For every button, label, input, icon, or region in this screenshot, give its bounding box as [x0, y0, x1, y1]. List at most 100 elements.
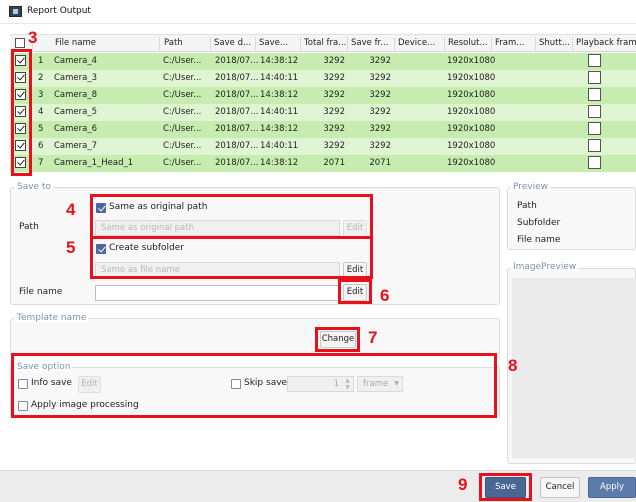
template-group [10, 318, 500, 356]
path-cell: C:/User... [163, 141, 202, 151]
template-title: Template name [15, 313, 89, 323]
row-number: 6 [38, 141, 44, 151]
table-row[interactable]: 1 Camera_4 C:/User... 2018/07... 14:38:1… [10, 53, 636, 70]
header-save-frames[interactable]: Save fr... [351, 38, 395, 48]
total-frames-cell: 3292 [323, 73, 345, 83]
save-time-cell: 14:38:12 [260, 90, 299, 100]
header-shutter[interactable]: Shutt... [539, 38, 573, 48]
row-number: 2 [38, 73, 44, 83]
save-time-cell: 14:40:11 [260, 73, 299, 83]
app-icon [9, 6, 22, 17]
resolution-cell: 1920x1080 [447, 158, 496, 168]
table-row[interactable]: 7 Camera_1_Head_1 C:/User... 2018/07... … [10, 155, 636, 172]
path-cell: C:/User... [163, 124, 202, 134]
save-frames-cell: 2071 [369, 158, 391, 168]
total-frames-cell: 3292 [323, 107, 345, 117]
table-row[interactable]: 5 Camera_6 C:/User... 2018/07... 14:38:1… [10, 121, 636, 138]
header-save-date[interactable]: Save d... [214, 38, 254, 48]
header-total-frames[interactable]: Total fra... [304, 38, 348, 48]
playback-checkbox[interactable] [588, 105, 601, 118]
save-date-cell: 2018/07... [215, 158, 259, 168]
save-time-cell: 14:38:12 [260, 56, 299, 66]
annotation-7: 7 [368, 328, 378, 347]
save-time-cell: 14:38:12 [260, 124, 299, 134]
file-name-cell: Camera_5 [54, 107, 98, 117]
resolution-cell: 1920x1080 [447, 107, 496, 117]
path-cell: C:/User... [163, 73, 202, 83]
resolution-cell: 1920x1080 [447, 141, 496, 151]
header-device[interactable]: Device... [398, 38, 438, 48]
file-name-cell: Camera_7 [54, 141, 98, 151]
highlight-row-checkboxes [11, 49, 32, 176]
file-name-cell: Camera_4 [54, 56, 98, 66]
image-preview-area [512, 278, 636, 458]
path-cell: C:/User... [163, 158, 202, 168]
annotation-9: 9 [458, 475, 468, 494]
file-name-label: File name [19, 287, 63, 297]
save-frames-cell: 3292 [369, 73, 391, 83]
table-row[interactable]: 2 Camera_3 C:/User... 2018/07... 14:40:1… [10, 70, 636, 87]
row-number: 4 [38, 107, 44, 117]
annotation-4: 4 [66, 200, 76, 219]
header-save-time[interactable]: Save... [259, 38, 299, 48]
row-number: 3 [38, 90, 44, 100]
header-resolution[interactable]: Resolut... [448, 38, 488, 48]
highlight-change-button [315, 327, 360, 352]
cancel-button[interactable]: Cancel [540, 477, 580, 498]
header-frame-rate[interactable]: Fram... [495, 38, 533, 48]
preview-subfolder: Subfolder [517, 218, 561, 228]
save-frames-cell: 3292 [369, 107, 391, 117]
highlight-save-option [11, 353, 497, 418]
table-row[interactable]: 4 Camera_5 C:/User... 2018/07... 14:40:1… [10, 104, 636, 121]
total-frames-cell: 3292 [323, 141, 345, 151]
path-cell: C:/User... [163, 90, 202, 100]
header-playback-frame[interactable]: Playback fram [576, 38, 636, 48]
total-frames-cell: 3292 [323, 90, 345, 100]
annotation-3: 3 [28, 28, 38, 47]
header-file-name[interactable]: File name [55, 38, 155, 48]
row-number: 5 [38, 124, 44, 134]
playback-checkbox[interactable] [588, 71, 601, 84]
playback-checkbox[interactable] [588, 156, 601, 169]
total-frames-cell: 2071 [323, 158, 345, 168]
save-date-cell: 2018/07... [215, 73, 259, 83]
path-cell: C:/User... [163, 56, 202, 66]
playback-checkbox[interactable] [588, 139, 601, 152]
save-date-cell: 2018/07... [215, 107, 259, 117]
total-frames-cell: 3292 [323, 56, 345, 66]
file-name-input[interactable] [95, 285, 340, 301]
highlight-file-name-edit [338, 279, 372, 304]
window-titlebar [0, 0, 636, 24]
table-row[interactable]: 6 Camera_7 C:/User... 2018/07... 14:40:1… [10, 138, 636, 155]
total-frames-cell: 3292 [323, 124, 345, 134]
highlight-save-button [479, 473, 532, 501]
file-name-cell: Camera_3 [54, 73, 98, 83]
apply-button[interactable]: Apply [588, 477, 636, 498]
path-cell: C:/User... [163, 107, 202, 117]
row-number: 7 [38, 158, 44, 168]
preview-file-name: File name [517, 235, 561, 245]
playback-checkbox[interactable] [588, 122, 601, 135]
save-date-cell: 2018/07... [215, 141, 259, 151]
annotation-8: 8 [508, 356, 518, 375]
save-time-cell: 14:40:11 [260, 107, 299, 117]
save-frames-cell: 3292 [369, 56, 391, 66]
save-date-cell: 2018/07... [215, 90, 259, 100]
playback-checkbox[interactable] [588, 54, 601, 67]
save-to-title: Save to [15, 182, 53, 192]
resolution-cell: 1920x1080 [447, 90, 496, 100]
preview-title: Preview [511, 182, 551, 192]
playback-checkbox[interactable] [588, 88, 601, 101]
window-title: Report Output [27, 6, 91, 16]
row-number: 1 [38, 56, 44, 66]
image-preview-title: ImagePreview [511, 262, 579, 272]
select-all-checkbox[interactable] [15, 38, 25, 48]
header-path[interactable]: Path [164, 38, 208, 48]
resolution-cell: 1920x1080 [447, 124, 496, 134]
highlight-create-subfolder [90, 236, 373, 279]
annotation-6: 6 [380, 286, 390, 305]
preview-path: Path [517, 201, 537, 211]
table-row[interactable]: 3 Camera_8 C:/User... 2018/07... 14:38:1… [10, 87, 636, 104]
save-frames-cell: 3292 [369, 90, 391, 100]
save-date-cell: 2018/07... [215, 56, 259, 66]
